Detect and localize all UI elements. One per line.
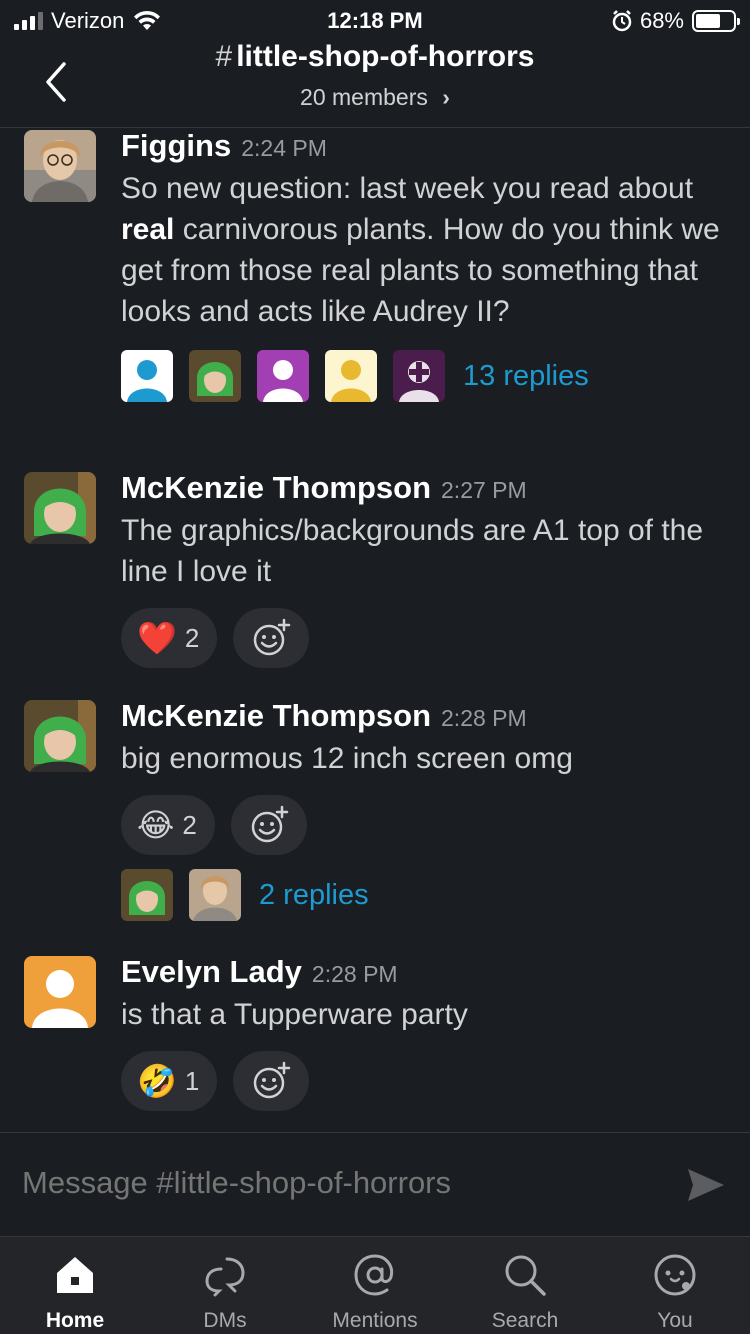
message-text: big enormous 12 inch screen omg <box>121 742 573 775</box>
replier-avatar <box>121 869 173 921</box>
message-list[interactable]: Figgins 2:24 PM So new question: last we… <box>0 128 750 1132</box>
timestamp: 2:28 PM <box>311 961 398 987</box>
tab-home[interactable]: Home <box>0 1237 150 1334</box>
author-name[interactable]: McKenzie Thompson <box>121 698 431 734</box>
add-reaction-button[interactable] <box>230 795 307 855</box>
avatar[interactable] <box>24 130 96 202</box>
tab-mentions[interactable]: Mentions <box>300 1237 450 1334</box>
message-composer <box>0 1132 750 1236</box>
timestamp: 2:28 PM <box>441 705 527 731</box>
timestamp: 2:27 PM <box>441 477 527 503</box>
tab-label: Search <box>491 1309 559 1332</box>
reaction-pill[interactable]: ❤️ 2 <box>121 608 218 668</box>
bold-text: real <box>121 213 175 246</box>
add-reaction-button[interactable] <box>233 1051 310 1111</box>
tab-dms[interactable]: DMs <box>150 1237 300 1334</box>
avatar[interactable] <box>24 956 96 1028</box>
send-button[interactable] <box>684 1163 728 1207</box>
tab-label: Home <box>45 1309 105 1332</box>
thread-replies[interactable]: 13 replies <box>121 350 731 402</box>
tab-label: Mentions <box>332 1309 418 1332</box>
thread-replies[interactable]: 2 replies <box>121 869 731 921</box>
rolling-laughing-emoji-icon: 🤣 <box>137 1063 177 1099</box>
add-emoji-icon <box>254 1061 291 1099</box>
author-name[interactable]: Evelyn Lady <box>121 954 302 990</box>
replies-count-link[interactable]: 13 replies <box>463 360 589 393</box>
message-input[interactable] <box>22 1165 662 1201</box>
home-icon <box>57 1257 93 1293</box>
replier-avatar <box>189 869 241 921</box>
battery-icon <box>692 10 740 32</box>
reactions: ❤️ 2 <box>121 608 731 668</box>
reaction-count: 2 <box>184 622 200 653</box>
replier-avatar <box>257 350 309 402</box>
reactions: 🤣 1 <box>121 1051 731 1111</box>
message-text: The graphics/backgrounds are A1 top of t… <box>121 514 704 588</box>
replier-avatar <box>121 350 173 402</box>
channel-title[interactable]: # little-shop-of-horrors <box>0 40 750 74</box>
status-bar: Verizon 12:18 PM 68% <box>0 0 750 40</box>
members-count: 20 members <box>300 84 428 110</box>
battery-percent: 68% <box>639 8 684 33</box>
author-name[interactable]: Figgins <box>121 128 231 164</box>
avatar[interactable] <box>24 472 96 544</box>
alarm-icon <box>612 10 632 32</box>
replies-count-link[interactable]: 2 replies <box>259 879 369 912</box>
send-icon <box>688 1169 724 1201</box>
tears-of-joy-emoji-icon: 😂 <box>137 807 175 843</box>
channel-header: # little-shop-of-horrors 20 members › <box>0 40 750 128</box>
reaction-count: 2 <box>182 809 197 840</box>
tab-you[interactable]: You <box>600 1237 750 1334</box>
replier-avatar <box>189 350 241 402</box>
more-repliers-icon <box>393 350 445 402</box>
dms-icon <box>205 1257 245 1297</box>
smiley-icon <box>654 1254 696 1296</box>
reaction-pill[interactable]: 😂 2 <box>121 795 215 855</box>
timestamp: 2:24 PM <box>241 135 327 161</box>
add-reaction-button[interactable] <box>233 608 310 668</box>
tab-search[interactable]: Search <box>450 1237 600 1334</box>
reactions: 😂 2 <box>121 795 731 855</box>
bottom-tab-bar: Home DMs Mentions Search You <box>0 1236 750 1334</box>
tab-label: You <box>657 1309 693 1332</box>
channel-name: little-shop-of-horrors <box>236 40 535 73</box>
message-text: is that a Tupperware party <box>121 998 468 1031</box>
avatar[interactable] <box>24 700 96 772</box>
reaction-count: 1 <box>184 1065 200 1096</box>
reaction-pill[interactable]: 🤣 1 <box>121 1051 218 1111</box>
heart-emoji-icon: ❤️ <box>137 620 177 656</box>
hash-symbol: # <box>215 40 233 73</box>
members-link[interactable]: 20 members › <box>0 84 750 111</box>
tab-label: DMs <box>203 1309 247 1332</box>
chevron-right-icon: › <box>442 84 450 110</box>
add-emoji-icon <box>251 805 289 843</box>
add-emoji-icon <box>254 618 291 656</box>
search-icon <box>505 1255 546 1296</box>
replier-avatar <box>325 350 377 402</box>
at-icon <box>354 1254 394 1296</box>
message-text: So new question: last week you read abou… <box>121 172 720 328</box>
author-name[interactable]: McKenzie Thompson <box>121 470 431 506</box>
